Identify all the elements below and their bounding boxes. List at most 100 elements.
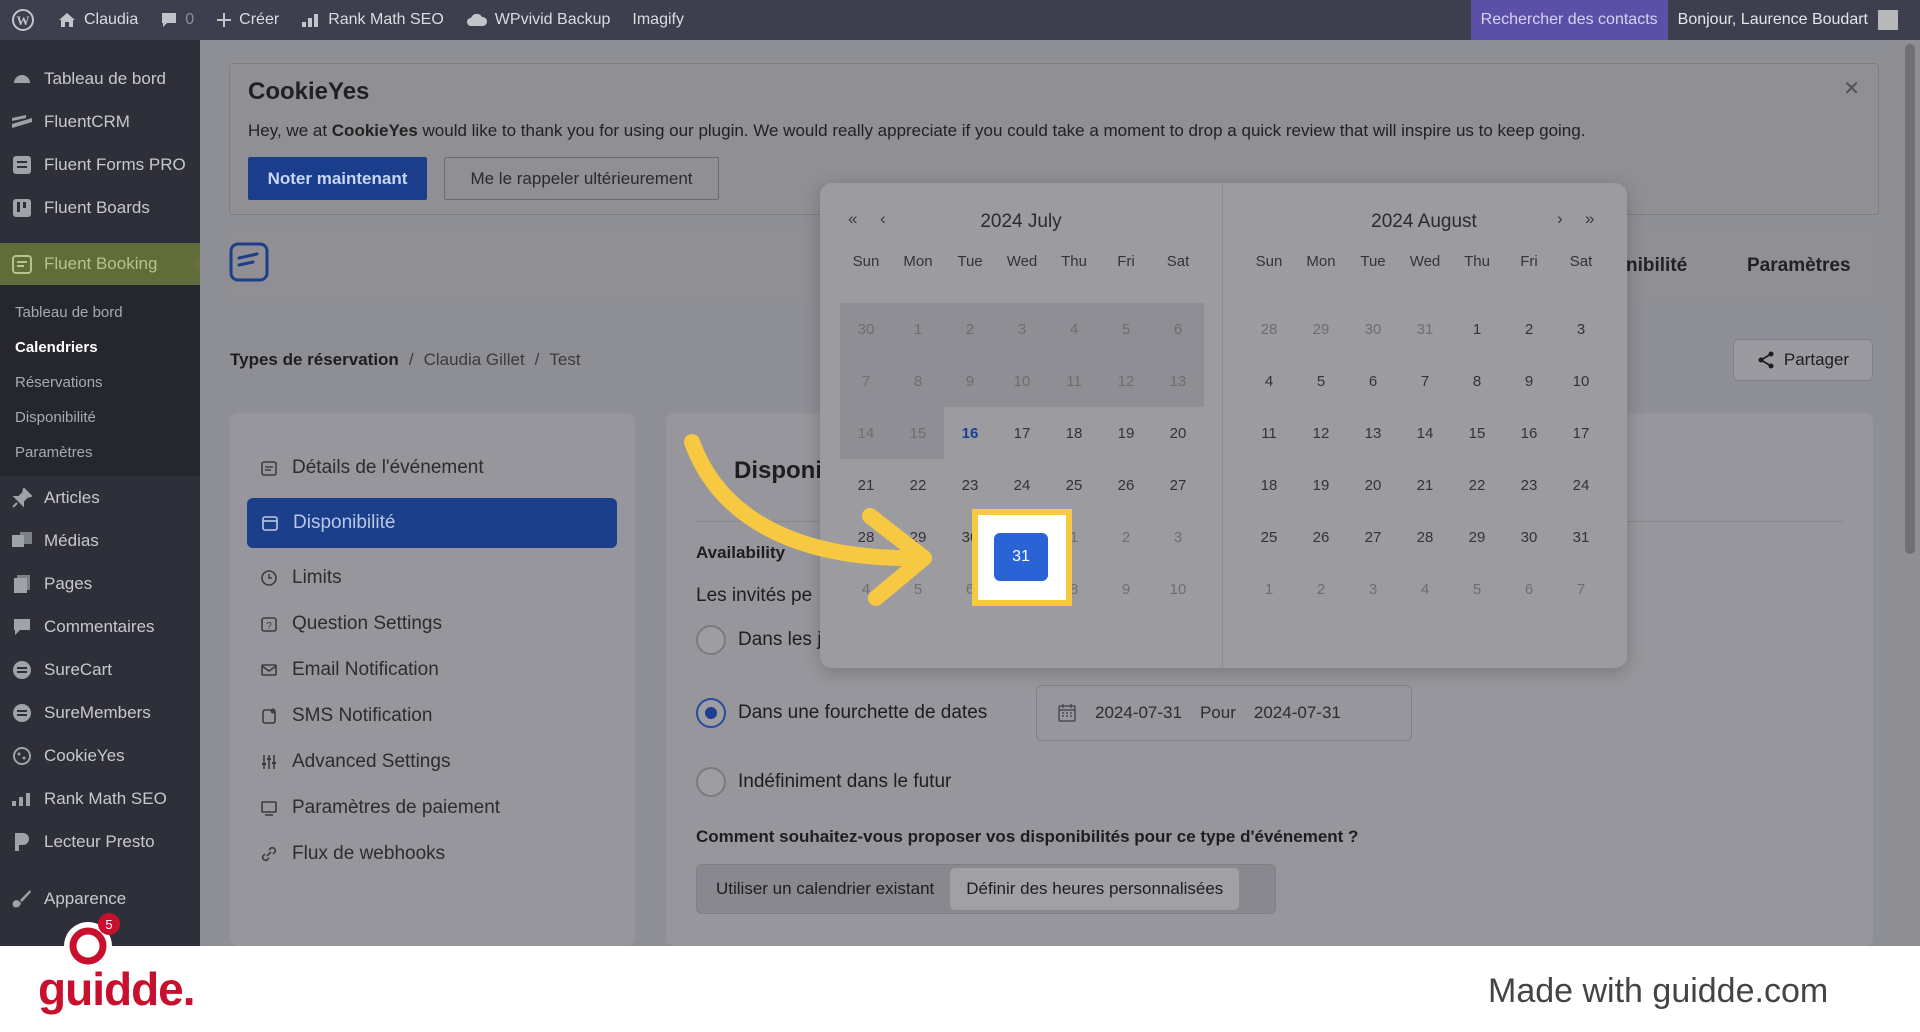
calendar-day[interactable]: 27 (1347, 511, 1399, 563)
calendar-day[interactable]: 6 (1503, 563, 1555, 615)
calendar-day[interactable]: 5 (1295, 355, 1347, 407)
calendar-day[interactable]: 4 (1243, 355, 1295, 407)
calendar-day[interactable]: 24 (1555, 459, 1607, 511)
calendar-day[interactable]: 19 (1295, 459, 1347, 511)
calendar-day[interactable]: 2 (1295, 563, 1347, 615)
sidebar-item-fluent-boards[interactable]: Fluent Boards (0, 186, 200, 229)
calendar-day[interactable]: 29 (1451, 511, 1503, 563)
calendar-day[interactable]: 7 (840, 355, 892, 407)
calendar-day[interactable]: 13 (1347, 407, 1399, 459)
calendar-day[interactable]: 3 (996, 303, 1048, 355)
menu-question-settings[interactable]: ? Question Settings (260, 613, 442, 635)
calendar-day[interactable]: 24 (996, 459, 1048, 511)
calendar-day[interactable]: 16 (944, 407, 996, 459)
calendar-day[interactable]: 27 (1152, 459, 1204, 511)
create-new-link[interactable]: Créer (205, 0, 290, 40)
notification-badge-avatar-icon[interactable]: 5 (62, 912, 124, 974)
calendar-day[interactable]: 3 (1555, 303, 1607, 355)
calendar-day[interactable]: 2 (1503, 303, 1555, 355)
menu-payment-settings[interactable]: Paramètres de paiement (260, 797, 500, 819)
scrollbar[interactable] (1900, 40, 1920, 946)
menu-advanced-settings[interactable]: Advanced Settings (260, 751, 450, 773)
calendar-day[interactable]: 8 (1451, 355, 1503, 407)
sidebar-item-dashboard[interactable]: Tableau de bord (0, 57, 200, 100)
rate-now-button[interactable]: Noter maintenant (248, 157, 427, 200)
menu-webhooks[interactable]: Flux de webhooks (260, 843, 445, 865)
calendar-day[interactable]: 5 (1451, 563, 1503, 615)
submenu-calendars[interactable]: Calendriers (0, 330, 200, 365)
calendar-day[interactable]: 23 (944, 459, 996, 511)
menu-sms-notification[interactable]: SMS Notification (260, 705, 432, 727)
calendar-day[interactable]: 14 (1399, 407, 1451, 459)
calendar-day[interactable]: 18 (1243, 459, 1295, 511)
remind-later-button[interactable]: Me le rappeler ultérieurement (444, 157, 719, 200)
calendar-day[interactable]: 11 (1048, 355, 1100, 407)
wpvivid-link[interactable]: WPvivid Backup (455, 0, 622, 40)
breadcrumb-host[interactable]: Claudia Gillet (424, 350, 525, 370)
site-name-link[interactable]: Claudia (46, 0, 149, 40)
radio-days-option[interactable]: Dans les j (696, 625, 821, 655)
calendar-day[interactable]: 10 (996, 355, 1048, 407)
calendar-day[interactable]: 26 (1100, 459, 1152, 511)
calendar-day[interactable]: 28 (1243, 303, 1295, 355)
calendar-day[interactable]: 31 (1555, 511, 1607, 563)
calendar-day[interactable]: 31 (1399, 303, 1451, 355)
fluent-booking-logo-icon[interactable] (229, 242, 269, 282)
calendar-day[interactable]: 21 (1399, 459, 1451, 511)
close-icon[interactable]: ✕ (1843, 76, 1860, 101)
submenu-bookings[interactable]: Réservations (0, 365, 200, 400)
comments-link[interactable]: 0 (149, 0, 205, 40)
calendar-day[interactable]: 18 (1048, 407, 1100, 459)
sidebar-item-suremembers[interactable]: SureMembers (0, 691, 200, 734)
scroll-thumb[interactable] (1905, 44, 1915, 554)
calendar-day[interactable]: 23 (1503, 459, 1555, 511)
calendar-day[interactable]: 30 (1347, 303, 1399, 355)
menu-availability[interactable]: Disponibilité (247, 498, 617, 548)
next-year-icon[interactable]: » (1585, 209, 1594, 229)
selected-day-31[interactable]: 31 (994, 533, 1048, 581)
radio-button[interactable] (696, 767, 726, 797)
calendar-day[interactable]: 22 (1451, 459, 1503, 511)
calendar-day[interactable]: 30 (1503, 511, 1555, 563)
sidebar-item-fluentcrm[interactable]: FluentCRM (0, 100, 200, 143)
calendar-day[interactable]: 3 (1347, 563, 1399, 615)
menu-limits[interactable]: Limits (260, 567, 342, 589)
tab-availability[interactable]: nibilité (1626, 255, 1687, 277)
calendar-day[interactable]: 7 (1555, 563, 1607, 615)
calendar-day[interactable]: 12 (1100, 355, 1152, 407)
calendar-day[interactable]: 25 (1048, 459, 1100, 511)
calendar-day[interactable]: 5 (1100, 303, 1152, 355)
calendar-day[interactable]: 7 (1399, 355, 1451, 407)
calendar-day[interactable]: 10 (1555, 355, 1607, 407)
user-menu[interactable]: Bonjour, Laurence Boudart (1668, 0, 1920, 40)
submenu-settings[interactable]: Paramètres (0, 435, 200, 470)
menu-event-details[interactable]: Détails de l'événement (260, 457, 484, 479)
sidebar-item-media[interactable]: Médias (0, 519, 200, 562)
calendar-day[interactable]: 9 (1503, 355, 1555, 407)
radio-button[interactable] (696, 625, 726, 655)
calendar-day[interactable]: 29 (1295, 303, 1347, 355)
calendar-day[interactable]: 8 (892, 355, 944, 407)
radio-indefinite-option[interactable]: Indéfiniment dans le futur (696, 767, 951, 797)
calendar-day[interactable]: 9 (1100, 563, 1152, 615)
date-range-input[interactable]: 2024-07-31 Pour 2024-07-31 (1036, 685, 1412, 741)
calendar-day[interactable]: 1 (1243, 563, 1295, 615)
breadcrumb-booking-types[interactable]: Types de réservation (230, 350, 399, 370)
custom-hours-option[interactable]: Définir des heures personnalisées (950, 868, 1240, 910)
calendar-day[interactable]: 2 (944, 303, 996, 355)
share-button[interactable]: Partager (1733, 339, 1873, 381)
tab-settings[interactable]: Paramètres (1747, 255, 1851, 277)
calendar-day[interactable]: 15 (1451, 407, 1503, 459)
calendar-day[interactable]: 30 (840, 303, 892, 355)
wordpress-logo-button[interactable]: W (0, 0, 46, 40)
rankmath-link[interactable]: Rank Math SEO (290, 0, 455, 40)
calendar-day[interactable]: 26 (1295, 511, 1347, 563)
radio-button-selected[interactable] (696, 698, 726, 728)
calendar-day[interactable]: 17 (996, 407, 1048, 459)
calendar-day[interactable]: 20 (1152, 407, 1204, 459)
calendar-day[interactable]: 28 (1399, 511, 1451, 563)
calendar-day[interactable]: 19 (1100, 407, 1152, 459)
sidebar-item-surecart[interactable]: SureCart (0, 648, 200, 691)
calendar-day[interactable]: 1 (892, 303, 944, 355)
calendar-day[interactable]: 13 (1152, 355, 1204, 407)
